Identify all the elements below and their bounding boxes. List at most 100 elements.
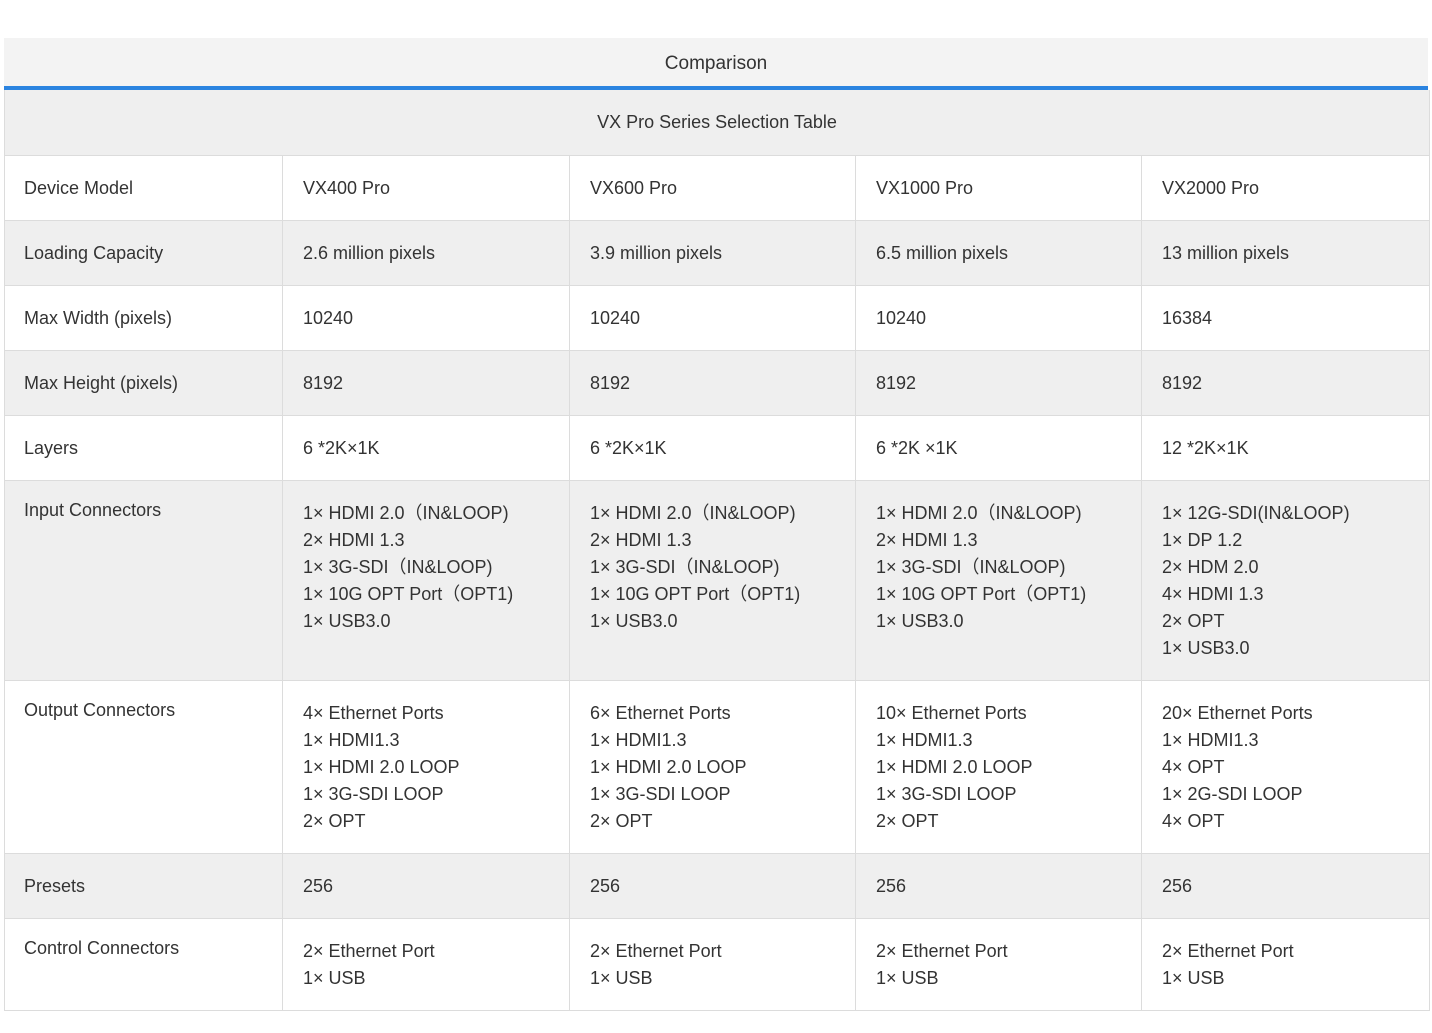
row-label: Presets [4, 853, 283, 919]
table-cell: 6.5 million pixels [855, 220, 1142, 286]
table-cell: 2× Ethernet Port 1× USB [569, 918, 856, 1011]
cell-line: 1× 3G-SDI（IN&LOOP) [590, 557, 780, 577]
cell-line: 2× HDMI 1.3 [876, 530, 978, 550]
cell-line: 8192 [876, 373, 917, 393]
cell-line: 16384 [1162, 308, 1213, 328]
table-row: Control Connectors 2× Ethernet Port 1× USB… [4, 918, 1431, 1011]
table-cell: 2× Ethernet Port 1× USB [282, 918, 570, 1011]
cell-line: 2× Ethernet Port [1162, 941, 1294, 961]
cell-line: 1× HDMI1.3 [1162, 730, 1259, 750]
cell-line: 1× HDMI1.3 [590, 730, 687, 750]
table-cell: 16384 [1140, 285, 1431, 351]
cell-line: 1× 3G-SDI LOOP [590, 784, 731, 804]
cell-line: VX400 Pro [303, 178, 391, 198]
table-cell: VX1000 Pro [855, 155, 1142, 221]
cell-line: 1× HDMI 2.0（IN&LOOP) [590, 503, 796, 523]
cell-line: 1× USB [876, 968, 939, 988]
cell-line: 6 *2K ×1K [876, 438, 958, 458]
cell-line: 1× HDMI 2.0 LOOP [303, 757, 460, 777]
cell-line: 2.6 million pixels [303, 243, 436, 263]
cell-line: 1× USB [303, 968, 366, 988]
table-row: Device Model VX400 Pro VX600 Pro VX1000 Pro… [4, 155, 1431, 221]
cell-line: 2× HDMI 1.3 [303, 530, 405, 550]
cell-line: 1× USB3.0 [876, 611, 964, 631]
cell-line: 1× USB3.0 [303, 611, 391, 631]
table-cell: 10240 [569, 285, 856, 351]
table-cell: VX2000 Pro [1140, 155, 1431, 221]
row-label: Control Connectors [4, 918, 283, 1011]
cell-line: 1× 10G OPT Port（OPT1) [303, 584, 514, 604]
selection-table-body: VX Pro Series Selection Table Device Mod… [3, 90, 1431, 1011]
row-label: Input Connectors [4, 480, 283, 681]
cell-line: 1× HDMI1.3 [303, 730, 400, 750]
table-cell: 1× HDMI 2.0（IN&LOOP) 2× HDMI 1.3 1× 3G-SDI… [282, 480, 570, 681]
cell-line: 1× 12G-SDI(IN&LOOP) [1162, 503, 1350, 523]
row-label: Output Connectors [4, 680, 283, 854]
row-label: Max Height (pixels) [4, 350, 283, 416]
cell-line: 2× Ethernet Port [876, 941, 1008, 961]
cell-line: 1× 3G-SDI LOOP [876, 784, 1017, 804]
row-label: Max Width (pixels) [4, 285, 283, 351]
cell-line: 256 [876, 876, 907, 896]
cell-line: 4× OPT [1162, 811, 1225, 831]
cell-line: 2× OPT [590, 811, 653, 831]
cell-line: 2× Ethernet Port [303, 941, 435, 961]
cell-line: VX2000 Pro [1162, 178, 1260, 198]
table-cell: 8192 [855, 350, 1142, 416]
cell-line: 2× Ethernet Port [590, 941, 722, 961]
cell-line: 1× DP 1.2 [1162, 530, 1243, 550]
cell-line: 1× USB3.0 [1162, 638, 1250, 658]
cell-line: 256 [1162, 876, 1193, 896]
cell-line: 6 *2K×1K [590, 438, 667, 458]
table-cell: VX600 Pro [569, 155, 856, 221]
cell-line: 8192 [303, 373, 344, 393]
cell-line: VX1000 Pro [876, 178, 974, 198]
cell-line: 1× 10G OPT Port（OPT1) [590, 584, 801, 604]
cell-line: 12 *2K×1K [1162, 438, 1249, 458]
table-row: Presets 256 256 256 256 [4, 853, 1431, 919]
table-cell: 256 [855, 853, 1142, 919]
cell-line: 1× HDMI 2.0 LOOP [590, 757, 747, 777]
table-cell: 256 [569, 853, 856, 919]
table-cell: 6× Ethernet Ports 1× HDMI1.3 1× HDMI 2.0 L… [569, 680, 856, 854]
table-cell: 256 [1140, 853, 1431, 919]
cell-line: 13 million pixels [1162, 243, 1290, 263]
cell-line: 1× 3G-SDI（IN&LOOP) [876, 557, 1066, 577]
row-label: Device Model [4, 155, 283, 221]
cell-line: 1× USB [590, 968, 653, 988]
table-cell: 13 million pixels [1140, 220, 1431, 286]
table-cell: 8192 [1140, 350, 1431, 416]
cell-line: 256 [590, 876, 621, 896]
table-cell: 8192 [282, 350, 570, 416]
table-row: Max Height (pixels) 8192 8192 8192 8192 [4, 350, 1431, 416]
cell-line: 1× HDMI 2.0（IN&LOOP) [876, 503, 1082, 523]
cell-line: 1× 3G-SDI（IN&LOOP) [303, 557, 493, 577]
table-row: Layers 6 *2K×1K 6 *2K×1K 6 *2K ×1K 12 *2K×1K [4, 415, 1431, 481]
table-cell: VX400 Pro [282, 155, 570, 221]
cell-line: 6.5 million pixels [876, 243, 1009, 263]
table-cell: 2× Ethernet Port 1× USB [855, 918, 1142, 1011]
cell-line: VX600 Pro [590, 178, 678, 198]
table-caption: VX Pro Series Selection Table [3, 90, 1431, 156]
comparison-tab-label: Comparison [664, 53, 768, 74]
table-cell: 6 *2K×1K [569, 415, 856, 481]
cell-line: 1× 10G OPT Port（OPT1) [876, 584, 1087, 604]
table-cell: 8192 [569, 350, 856, 416]
cell-line: 10240 [876, 308, 927, 328]
cell-line: 2× HDMI 1.3 [590, 530, 692, 550]
table-cell: 2.6 million pixels [282, 220, 570, 286]
cell-line: 4× HDMI 1.3 [1162, 584, 1264, 604]
cell-line: 10× Ethernet Ports [876, 703, 1027, 723]
selection-table: VX Pro Series Selection Table Device Mod… [3, 90, 1431, 1011]
cell-line: 3.9 million pixels [590, 243, 723, 263]
cell-line: 1× HDMI1.3 [876, 730, 973, 750]
comparison-tab[interactable]: Comparison [4, 38, 1428, 90]
table-row: Loading Capacity 2.6 million pixels 3.9 mi… [4, 220, 1431, 286]
row-label: Loading Capacity [4, 220, 283, 286]
table-cell: 1× HDMI 2.0（IN&LOOP) 2× HDMI 1.3 1× 3G-SDI… [855, 480, 1142, 681]
table-row: Input Connectors 1× HDMI 2.0（IN&LOOP) 2× H… [4, 480, 1431, 681]
cell-line: 1× HDMI 2.0 LOOP [876, 757, 1033, 777]
cell-line: 2× OPT [303, 811, 366, 831]
cell-line: 2× OPT [1162, 611, 1225, 631]
cell-line: 1× 3G-SDI LOOP [303, 784, 444, 804]
